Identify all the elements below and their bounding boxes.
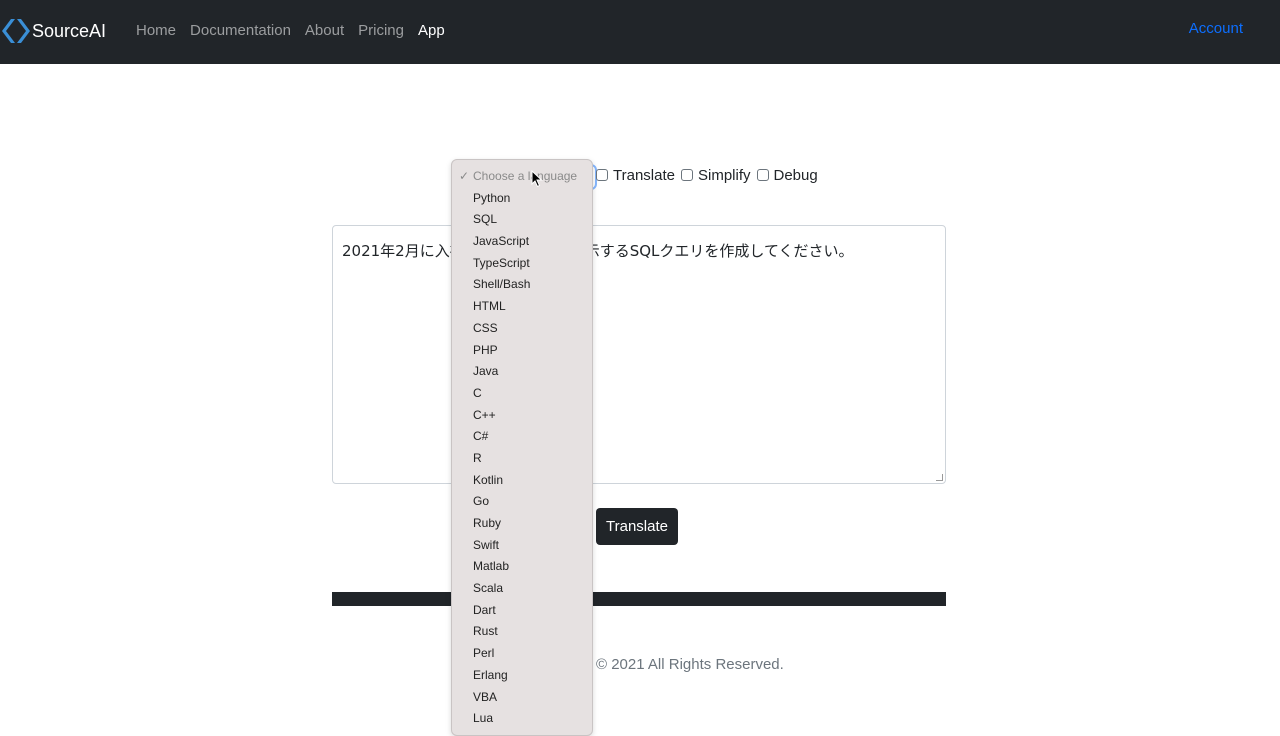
navbar: SourceAI Home Documentation About Pricin… [0, 0, 1280, 64]
language-option[interactable]: Perl [452, 643, 592, 665]
mode-options: Translate Simplify Debug [596, 164, 824, 186]
sourceai-logo-icon [2, 19, 30, 43]
language-option[interactable]: CSS [452, 318, 592, 340]
prompt-textarea[interactable]: 2021年2月に入社 表示するSQLクエリを作成してください。 [332, 225, 946, 484]
language-option[interactable]: Swift [452, 535, 592, 557]
language-option[interactable]: Kotlin [452, 470, 592, 492]
nav-links: Home Documentation About Pricing App [136, 0, 459, 60]
language-option[interactable]: Shell/Bash [452, 274, 592, 296]
language-dropdown: ✓ Choose a language Python SQL JavaScript Ty… [451, 159, 593, 736]
language-option[interactable]: Lua [452, 708, 592, 730]
footer-copyright: © 2021 All Rights Reserved. [596, 656, 784, 673]
nav-link-documentation[interactable]: Documentation [190, 22, 291, 39]
language-options: Python SQL JavaScript TypeScript Shell/Bash H… [452, 188, 592, 730]
translate-option[interactable]: Translate [596, 167, 675, 184]
translate-checkbox[interactable] [596, 169, 608, 181]
placeholder-label: Choose a language [473, 169, 578, 183]
language-option[interactable]: C++ [452, 405, 592, 427]
debug-checkbox[interactable] [756, 169, 769, 181]
nav-link-about[interactable]: About [305, 22, 344, 39]
language-option[interactable]: JavaScript [452, 231, 592, 253]
language-option[interactable]: Dart [452, 600, 592, 622]
language-option[interactable]: R [452, 448, 592, 470]
language-option[interactable]: TypeScript [452, 253, 592, 275]
language-option[interactable]: VBA [452, 687, 592, 709]
simplify-option[interactable]: Simplify [680, 166, 751, 184]
mouse-cursor-icon [531, 170, 543, 188]
nav-link-home[interactable]: Home [136, 22, 176, 39]
language-option[interactable]: Rust [452, 621, 592, 643]
language-option[interactable]: Ruby [452, 513, 592, 535]
resize-handle[interactable] [936, 474, 943, 481]
dropdown-placeholder-option[interactable]: ✓ Choose a language [452, 166, 592, 188]
language-option[interactable]: PHP [452, 340, 592, 362]
brand-name: SourceAI [32, 20, 107, 41]
language-option[interactable]: Erlang [452, 665, 592, 687]
language-option[interactable]: Python [452, 188, 592, 210]
language-option[interactable]: SQL [452, 209, 592, 231]
translate-button[interactable]: Translate [596, 508, 678, 545]
nav-link-app[interactable]: App [418, 22, 445, 39]
language-option[interactable]: Matlab [452, 556, 592, 578]
prompt-text: 2021年2月に入社 表示するSQLクエリを作成してください。 [342, 242, 854, 260]
translate-label: Translate [613, 166, 675, 184]
debug-label: Debug [773, 166, 818, 184]
language-option[interactable]: HTML [452, 296, 592, 318]
simplify-checkbox[interactable] [680, 169, 693, 181]
nav-link-pricing[interactable]: Pricing [358, 22, 404, 39]
output-bar [332, 592, 946, 606]
brand[interactable]: SourceAI [0, 15, 106, 47]
language-option[interactable]: Go [452, 491, 592, 513]
debug-option[interactable]: Debug [756, 166, 818, 184]
language-option[interactable]: C# [452, 426, 592, 448]
account-link[interactable]: Account [1189, 20, 1243, 37]
language-option[interactable]: C [452, 383, 592, 405]
simplify-label: Simplify [697, 166, 751, 184]
check-icon: ✓ [459, 169, 470, 183]
language-option[interactable]: Scala [452, 578, 592, 600]
language-option[interactable]: Java [452, 361, 592, 383]
